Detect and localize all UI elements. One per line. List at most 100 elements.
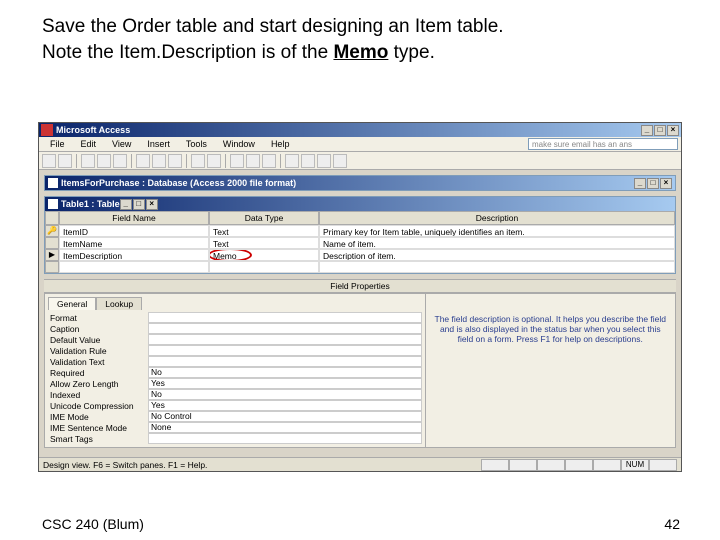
col-description: Description <box>319 211 675 225</box>
property-row: IME Sentence ModeNone <box>48 422 422 433</box>
row-selector[interactable]: 🔑 <box>45 225 59 237</box>
col-fieldname: Field Name <box>59 211 209 225</box>
property-value[interactable] <box>148 356 422 367</box>
tab-lookup[interactable]: Lookup <box>96 297 142 310</box>
property-row: Caption <box>48 323 422 334</box>
toolbar-button[interactable] <box>333 154 347 168</box>
toolbar-button[interactable] <box>262 154 276 168</box>
db-close-button[interactable]: × <box>660 178 672 189</box>
property-label: Format <box>48 313 148 323</box>
tab-general[interactable]: General <box>48 297 96 310</box>
toolbar-button[interactable] <box>207 154 221 168</box>
row-selector[interactable] <box>45 237 59 249</box>
property-row: Validation Text <box>48 356 422 367</box>
toolbar-button[interactable] <box>317 154 331 168</box>
property-row: Unicode CompressionYes <box>48 400 422 411</box>
toolbar-button[interactable] <box>168 154 182 168</box>
property-row: Smart Tags <box>48 433 422 444</box>
toolbar-button[interactable] <box>230 154 244 168</box>
toolbar-button[interactable] <box>285 154 299 168</box>
data-type-cell[interactable]: Text <box>209 225 319 237</box>
status-cell <box>593 459 621 471</box>
db-maximize-button[interactable]: □ <box>647 178 659 189</box>
property-label: Validation Text <box>48 357 148 367</box>
app-title: Microsoft Access <box>56 125 641 135</box>
property-row: Validation Rule <box>48 345 422 356</box>
maximize-button[interactable]: □ <box>654 125 666 136</box>
tbl-close-button[interactable]: × <box>146 199 158 210</box>
toolbar-button[interactable] <box>97 154 111 168</box>
property-label: Allow Zero Length <box>48 379 148 389</box>
toolbar-button[interactable] <box>152 154 166 168</box>
description-cell[interactable]: Description of item. <box>319 249 675 261</box>
slide-footer-left: CSC 240 (Blum) <box>42 516 144 532</box>
toolbar-button[interactable] <box>113 154 127 168</box>
field-grid: Field Name Data Type Description 🔑 ItemI… <box>45 211 675 273</box>
app-titlebar: Microsoft Access _ □ × <box>39 123 681 137</box>
toolbar-button[interactable] <box>58 154 72 168</box>
row-selector[interactable] <box>45 261 59 273</box>
property-row: RequiredNo <box>48 367 422 378</box>
property-label: Smart Tags <box>48 434 148 444</box>
status-num: NUM <box>621 459 649 471</box>
db-minimize-button[interactable]: _ <box>634 178 646 189</box>
property-row: IndexedNo <box>48 389 422 400</box>
tbl-minimize-button[interactable]: _ <box>120 199 132 210</box>
field-name-cell[interactable]: ItemName <box>59 237 209 249</box>
toolbar-button[interactable] <box>246 154 260 168</box>
help-search-input[interactable]: make sure email has an ans <box>528 138 678 150</box>
field-name-cell[interactable]: ItemDescription <box>59 249 209 261</box>
property-value[interactable]: Yes <box>148 378 422 389</box>
description-cell[interactable]: Name of item. <box>319 237 675 249</box>
database-window: ItemsForPurchase : Database (Access 2000… <box>44 175 676 191</box>
property-value[interactable]: No Control <box>148 411 422 422</box>
property-label: IME Mode <box>48 412 148 422</box>
menu-view[interactable]: View <box>104 139 139 149</box>
field-properties-pane: General Lookup FormatCaptionDefault Valu… <box>44 293 676 448</box>
toolbar-button[interactable] <box>42 154 56 168</box>
property-label: Required <box>48 368 148 378</box>
data-type-cell[interactable]: Text <box>209 237 319 249</box>
db-window-title: ItemsForPurchase : Database (Access 2000… <box>61 178 296 188</box>
toolbar-button[interactable] <box>301 154 315 168</box>
property-value[interactable]: None <box>148 422 422 433</box>
property-value[interactable] <box>148 312 422 323</box>
menu-help[interactable]: Help <box>263 139 298 149</box>
status-cell <box>565 459 593 471</box>
status-cell <box>509 459 537 471</box>
toolbar <box>39 152 681 170</box>
access-screenshot: Microsoft Access _ □ × File Edit View In… <box>38 122 682 472</box>
toolbar-button[interactable] <box>191 154 205 168</box>
property-value[interactable] <box>148 345 422 356</box>
property-value[interactable]: No <box>148 367 422 378</box>
property-label: Default Value <box>48 335 148 345</box>
toolbar-button[interactable] <box>136 154 150 168</box>
menu-file[interactable]: File <box>42 139 73 149</box>
property-value[interactable] <box>148 323 422 334</box>
menu-insert[interactable]: Insert <box>139 139 178 149</box>
minimize-button[interactable]: _ <box>641 125 653 136</box>
property-row: Allow Zero LengthYes <box>48 378 422 389</box>
toolbar-button[interactable] <box>81 154 95 168</box>
property-value[interactable] <box>148 433 422 444</box>
property-label: Unicode Compression <box>48 401 148 411</box>
property-value[interactable]: Yes <box>148 400 422 411</box>
menu-window[interactable]: Window <box>215 139 263 149</box>
menu-edit[interactable]: Edit <box>73 139 105 149</box>
description-cell[interactable]: Primary key for Item table, uniquely ide… <box>319 225 675 237</box>
status-cell <box>649 459 677 471</box>
data-type-cell[interactable]: Memo <box>209 249 319 261</box>
field-name-cell[interactable]: ItemID <box>59 225 209 237</box>
property-label: Caption <box>48 324 148 334</box>
property-row: IME ModeNo Control <box>48 411 422 422</box>
property-value[interactable]: No <box>148 389 422 400</box>
property-row: Default Value <box>48 334 422 345</box>
property-value[interactable] <box>148 334 422 345</box>
property-row: Format <box>48 312 422 323</box>
row-selector[interactable]: ▶ <box>45 249 59 261</box>
menu-tools[interactable]: Tools <box>178 139 215 149</box>
tbl-maximize-button[interactable]: □ <box>133 199 145 210</box>
close-button[interactable]: × <box>667 125 679 136</box>
field-properties-header: Field Properties <box>44 279 676 293</box>
col-datatype: Data Type <box>209 211 319 225</box>
